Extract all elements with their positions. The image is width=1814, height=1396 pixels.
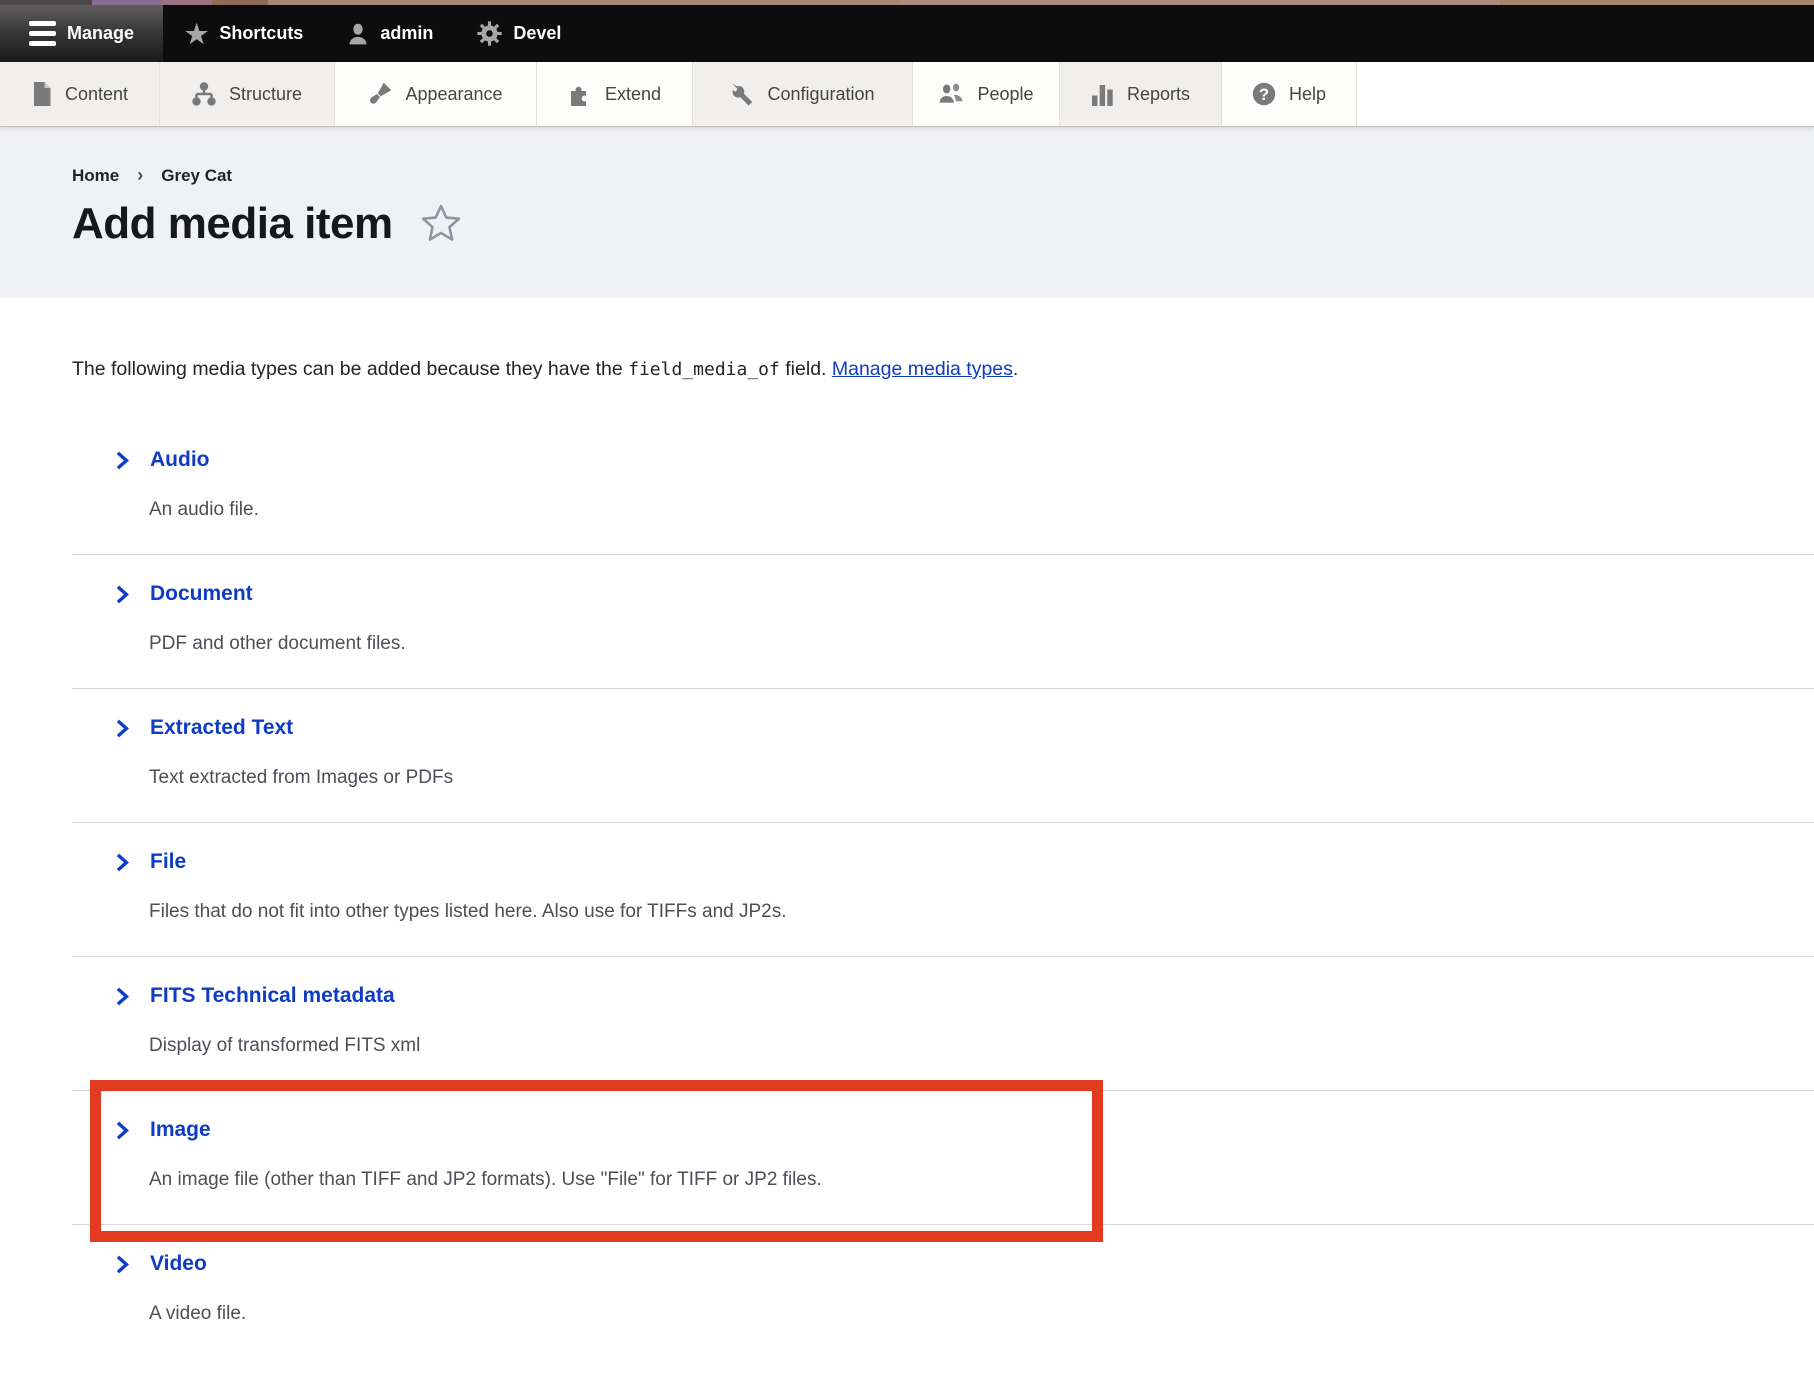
admin-toolbar: Manage ★ Shortcuts admin	[0, 5, 1814, 62]
toolbar-item-label: admin	[380, 23, 433, 44]
favorite-star-icon[interactable]	[419, 202, 463, 246]
page-title-text: Add media item	[72, 199, 393, 249]
media-type-link[interactable]: Audio	[113, 448, 209, 472]
intro-after: .	[1013, 358, 1018, 380]
question-icon: ?	[1252, 82, 1276, 106]
paintbrush-icon	[368, 82, 392, 106]
tab-appearance[interactable]: Appearance	[335, 62, 537, 126]
tab-label: Help	[1289, 84, 1326, 105]
page-title: Add media item	[72, 199, 1814, 249]
toolbar-item-shortcuts[interactable]: ★ Shortcuts	[163, 5, 325, 62]
media-type-description: Files that do not fit into other types l…	[149, 901, 1814, 923]
wrench-icon	[730, 82, 754, 106]
tab-extend[interactable]: Extend	[537, 62, 693, 126]
media-type-name: Extracted Text	[150, 716, 293, 740]
tab-label: Configuration	[767, 84, 874, 105]
media-type-video: Video A video file.	[72, 1225, 1814, 1359]
media-type-name: Image	[150, 1118, 211, 1142]
media-type-file: File Files that do not fit into other ty…	[72, 823, 1814, 957]
tab-label: Content	[65, 84, 128, 105]
media-type-name: File	[150, 850, 186, 874]
tab-label: Extend	[605, 84, 661, 105]
tab-label: Structure	[229, 84, 302, 105]
media-type-audio: Audio An audio file.	[72, 421, 1814, 555]
admin-tray: Content Structure Appearance Extend Conf…	[0, 62, 1814, 127]
media-type-link[interactable]: FITS Technical metadata	[113, 984, 395, 1008]
media-type-link[interactable]: Extracted Text	[113, 716, 293, 740]
people-icon	[938, 82, 964, 106]
toolbar-item-devel[interactable]: Devel	[455, 5, 583, 62]
media-type-description: Text extracted from Images or PDFs	[149, 767, 1814, 789]
chevron-right-icon	[113, 718, 132, 739]
toolbar-item-label: Shortcuts	[219, 23, 303, 44]
media-type-link[interactable]: Document	[113, 582, 253, 606]
breadcrumb-separator-icon: ›	[137, 165, 143, 186]
media-type-extracted-text: Extracted Text Text extracted from Image…	[72, 689, 1814, 823]
highlight-box	[90, 1080, 1103, 1242]
chevron-right-icon	[113, 1120, 132, 1141]
media-type-name: Video	[150, 1252, 207, 1276]
media-type-description: PDF and other document files.	[149, 633, 1814, 655]
user-icon	[347, 22, 369, 46]
hamburger-icon	[29, 21, 56, 46]
intro-text: The following media types can be added b…	[72, 358, 1814, 381]
toolbar-item-admin[interactable]: admin	[325, 5, 455, 62]
media-type-link[interactable]: Image	[113, 1118, 211, 1142]
bar-chart-icon	[1091, 82, 1114, 106]
chevron-right-icon	[113, 584, 132, 605]
puzzle-icon	[568, 82, 592, 106]
tab-label: People	[977, 84, 1033, 105]
intro-middle: field.	[780, 358, 832, 380]
chevron-right-icon	[113, 986, 132, 1007]
media-type-description: Display of transformed FITS xml	[149, 1035, 1814, 1057]
sitemap-icon	[192, 82, 216, 106]
breadcrumb-home[interactable]: Home	[72, 166, 119, 186]
toolbar-item-label: Manage	[67, 23, 134, 44]
media-type-description: An audio file.	[149, 499, 1814, 521]
tab-reports[interactable]: Reports	[1060, 62, 1222, 126]
main-content: The following media types can be added b…	[0, 358, 1814, 1359]
intro-field-code: field_media_of	[628, 359, 780, 380]
breadcrumb: Home › Grey Cat	[72, 165, 1814, 186]
tab-help[interactable]: ? Help	[1222, 62, 1357, 126]
media-type-list: Audio An audio file. Document PDF and ot…	[72, 421, 1814, 1359]
media-type-description: A video file.	[149, 1303, 1814, 1325]
media-type-document: Document PDF and other document files.	[72, 555, 1814, 689]
tab-structure[interactable]: Structure	[160, 62, 335, 126]
media-type-link[interactable]: Video	[113, 1252, 207, 1276]
intro-before: The following media types can be added b…	[72, 358, 628, 380]
manage-media-types-link[interactable]: Manage media types	[832, 358, 1013, 380]
chevron-right-icon	[113, 450, 132, 471]
media-type-name: Audio	[150, 448, 209, 472]
chevron-right-icon	[113, 852, 132, 873]
star-icon: ★	[185, 21, 208, 47]
tab-content[interactable]: Content	[0, 62, 160, 126]
media-type-image: Image An image file (other than TIFF and…	[72, 1091, 1814, 1225]
toolbar-item-label: Devel	[513, 23, 561, 44]
tray-filler	[1357, 62, 1814, 126]
tab-people[interactable]: People	[913, 62, 1060, 126]
tab-configuration[interactable]: Configuration	[693, 62, 913, 126]
chevron-right-icon	[113, 1254, 132, 1275]
svg-text:?: ?	[1259, 86, 1269, 104]
breadcrumb-current[interactable]: Grey Cat	[161, 166, 232, 186]
tab-label: Reports	[1127, 84, 1190, 105]
gear-icon	[477, 21, 502, 46]
media-type-name: Document	[150, 582, 253, 606]
tab-label: Appearance	[405, 84, 502, 105]
media-type-description: An image file (other than TIFF and JP2 f…	[149, 1169, 1814, 1191]
document-icon	[31, 82, 52, 106]
media-type-fits-technical-metadata: FITS Technical metadata Display of trans…	[72, 957, 1814, 1091]
media-type-link[interactable]: File	[113, 850, 186, 874]
media-type-name: FITS Technical metadata	[150, 984, 395, 1008]
page-header: Home › Grey Cat Add media item	[0, 127, 1814, 298]
toolbar-item-manage[interactable]: Manage	[0, 5, 163, 62]
